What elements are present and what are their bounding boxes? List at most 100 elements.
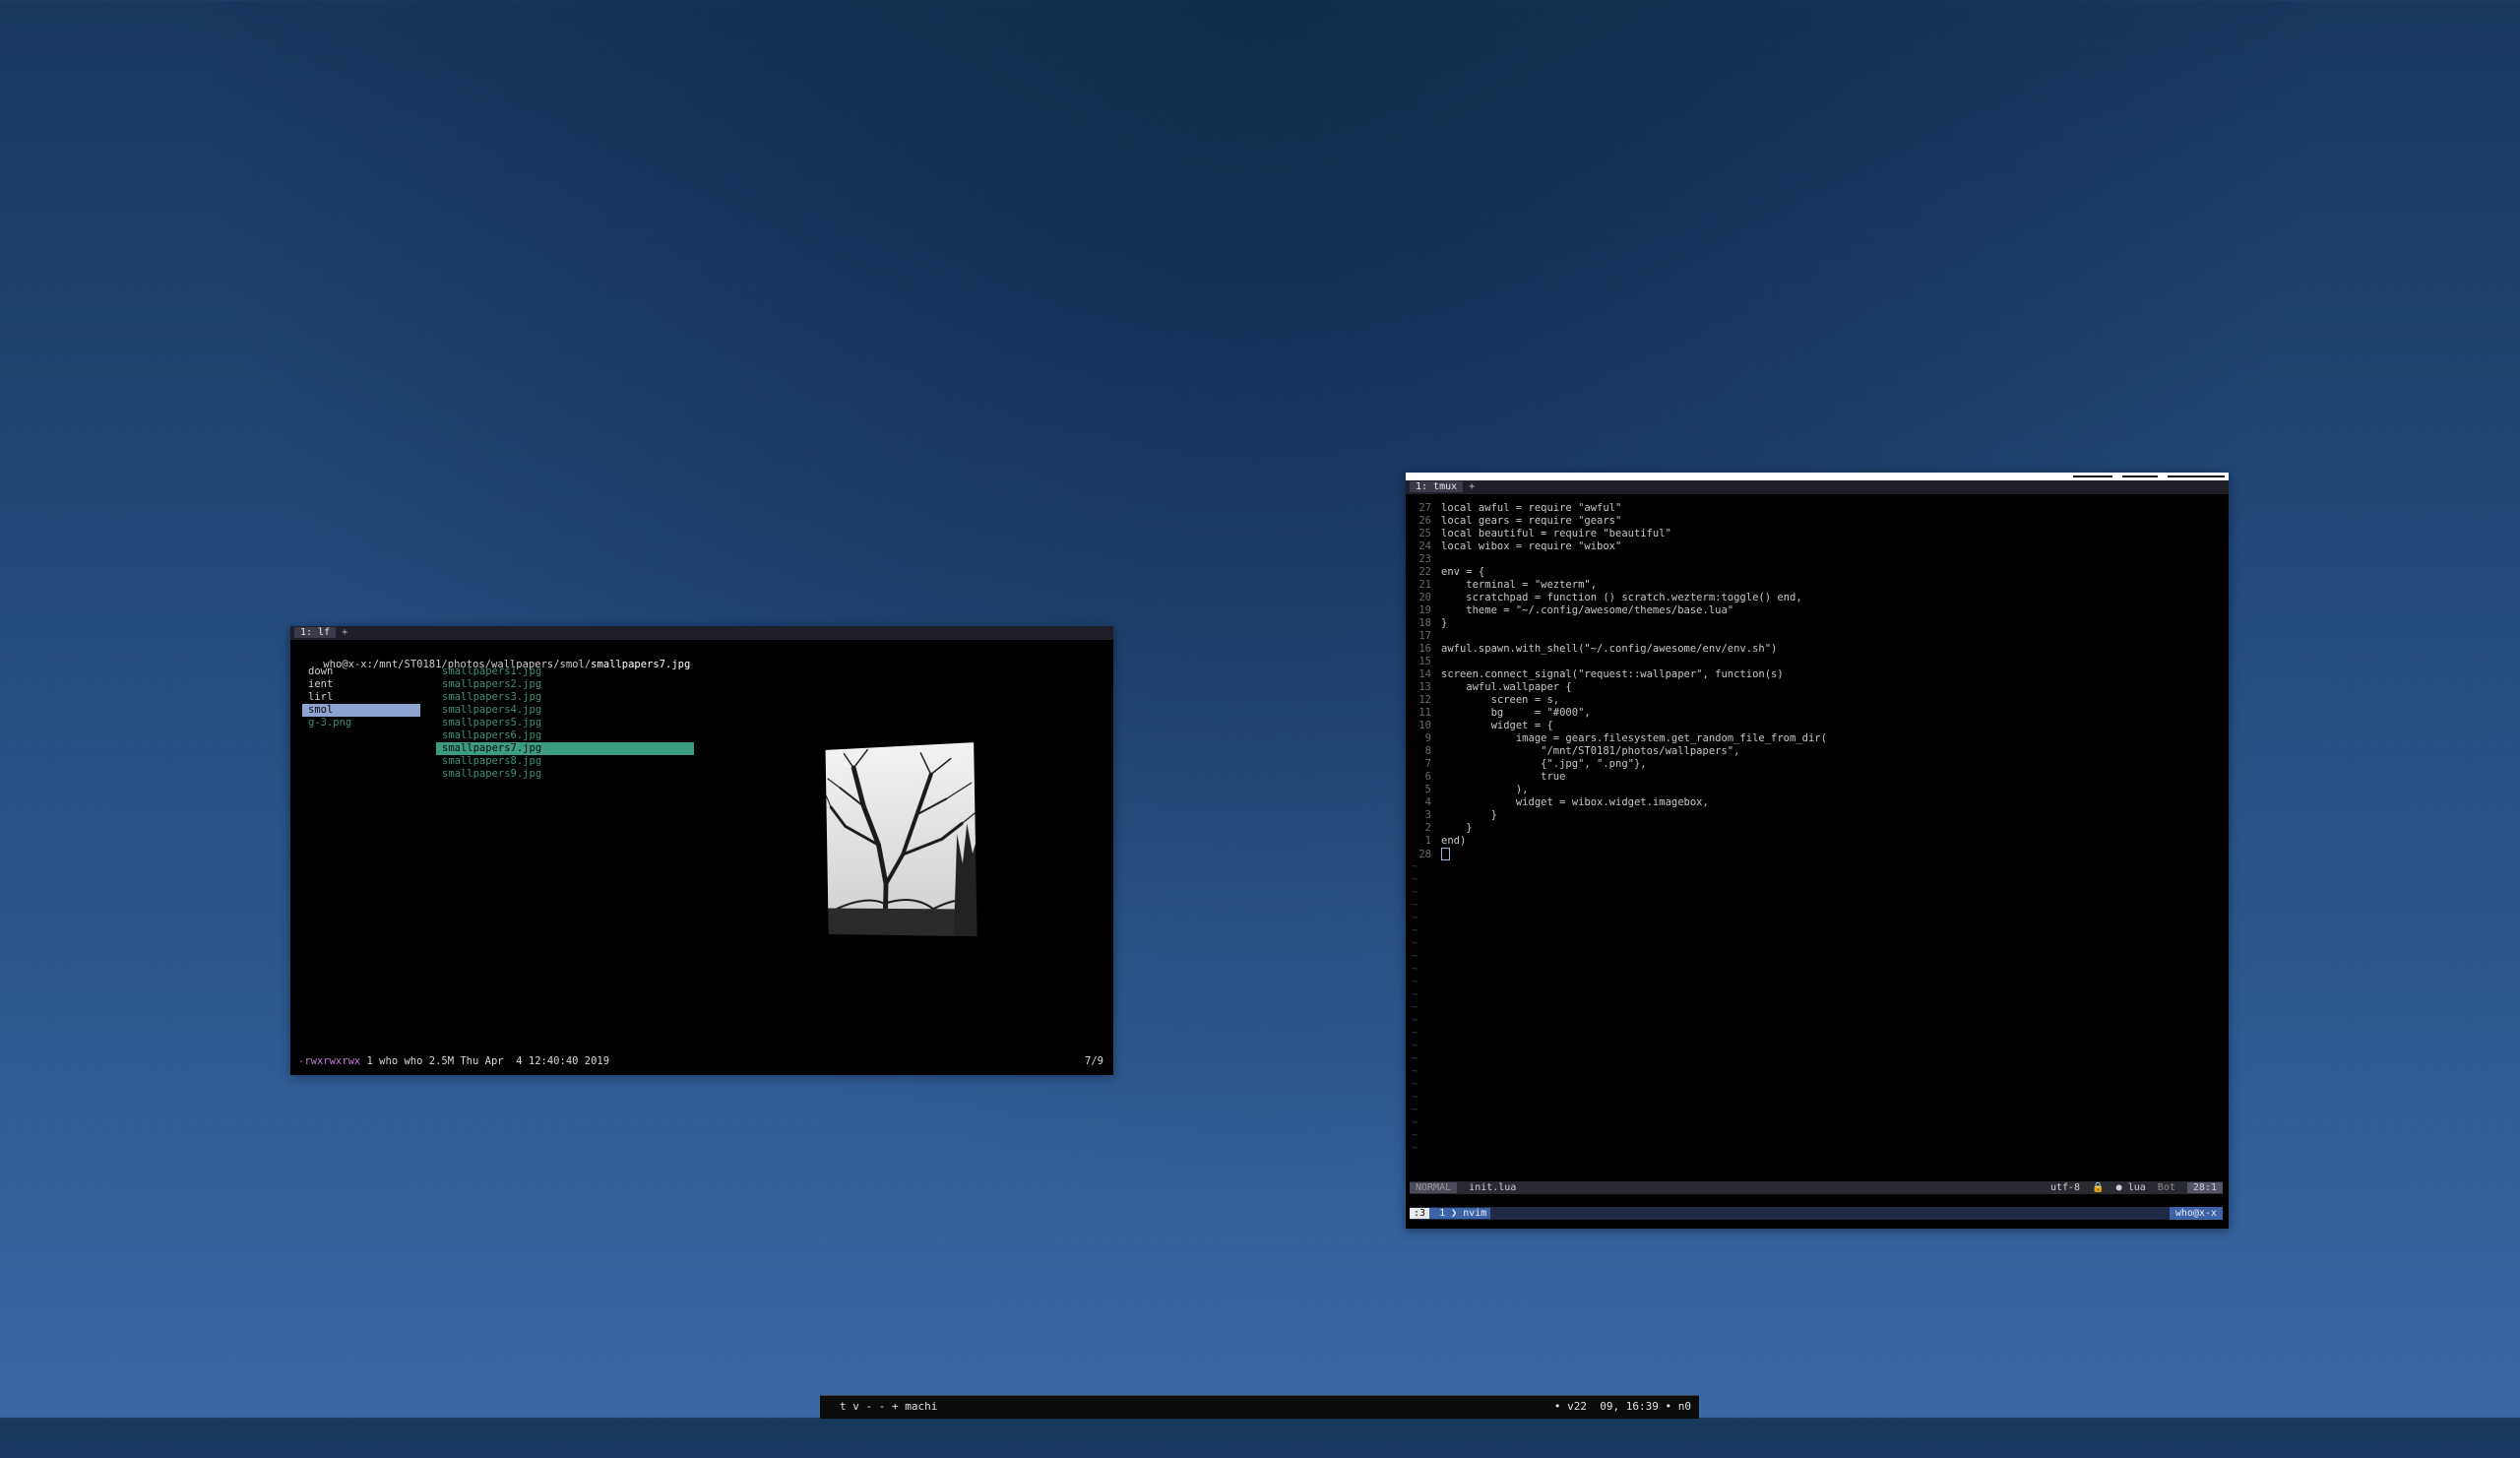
list-item[interactable]: g-3.png	[302, 717, 420, 729]
code-line[interactable]: 22 env = {	[1406, 566, 1484, 579]
line-number: 16	[1418, 643, 1431, 655]
tmux-window-name: nvim	[1463, 1208, 1487, 1219]
code-line[interactable]: 17	[1406, 630, 1441, 643]
list-item[interactable]: smallpapers6.jpg	[436, 729, 694, 742]
lf-window[interactable]: 1: lf + who@x-x:/mnt/ST0181/photos/wallpa…	[290, 626, 1113, 1075]
nvim-window[interactable]: 1: tmux + 27 local awful = require "awful"…	[1406, 473, 2229, 1229]
list-item[interactable]: smallpapers8.jpg	[436, 755, 694, 768]
code-line[interactable]: 6 true	[1406, 771, 1566, 784]
code-text: screen = s,	[1441, 694, 1560, 706]
empty-line-marker: ~	[1412, 886, 1418, 898]
tab-tmux[interactable]: 1: tmux	[1410, 481, 1464, 492]
line-number: 24	[1418, 540, 1431, 552]
code-text: true	[1441, 771, 1566, 783]
file-encoding: utf-8	[2049, 1182, 2081, 1193]
line-number: 10	[1418, 720, 1431, 731]
close-button[interactable]	[2168, 475, 2225, 477]
code-line[interactable]: 12 screen = s,	[1406, 694, 1559, 707]
code-line[interactable]: 7 {".jpg", ".png"},	[1406, 758, 1647, 771]
line-number: 5	[1424, 784, 1431, 795]
line-number: 11	[1418, 707, 1431, 719]
empty-line-marker: ~	[1412, 937, 1418, 949]
code-line[interactable]: 23	[1406, 553, 1441, 566]
tmux-session[interactable]: :3	[1410, 1208, 1430, 1219]
line-number: 3	[1424, 809, 1431, 821]
code-line[interactable]: 21 terminal = "wezterm",	[1406, 579, 1597, 592]
list-item[interactable]: smallpapers1.jpg	[436, 666, 694, 678]
line-number: 4	[1424, 796, 1431, 808]
code-line[interactable]: 16 awful.spawn.with_shell("~/.config/awes…	[1406, 643, 1777, 656]
nvim-tabbar: 1: tmux +	[1406, 480, 2229, 494]
window-titlebar[interactable]	[1406, 473, 2229, 480]
code-text: bg = "#000",	[1441, 707, 1591, 719]
code-line[interactable]: 4 widget = wibox.widget.imagebox,	[1406, 796, 1709, 809]
code-line[interactable]: 13 awful.wallpaper {	[1406, 681, 1571, 694]
empty-line-marker: ~	[1412, 963, 1418, 975]
code-line[interactable]: 8 "/mnt/ST0181/photos/wallpapers",	[1406, 745, 1740, 758]
list-item[interactable]: lirl	[302, 691, 420, 704]
filename: init.lua	[1469, 1182, 1517, 1193]
code-text: "/mnt/ST0181/photos/wallpapers",	[1441, 745, 1740, 757]
code-line[interactable]: 9 image = gears.filesystem.get_random_fi…	[1406, 732, 1827, 745]
file-details: 1 who who 2.5M Thu Apr 4 12:40:40 2019	[360, 1055, 610, 1067]
code-line[interactable]: 14 screen.connect_signal("request::wallpa…	[1406, 668, 1783, 681]
line-number: 21	[1418, 579, 1431, 591]
code-line[interactable]: 27 local awful = require "awful"	[1406, 502, 1621, 515]
list-item[interactable]: ient	[302, 678, 420, 691]
list-item[interactable]: smallpapers4.jpg	[436, 704, 694, 717]
image-preview	[825, 742, 977, 937]
lf-tabbar: 1: lf +	[290, 626, 1113, 640]
minimize-button[interactable]	[2073, 475, 2112, 477]
code-line[interactable]: 15	[1406, 656, 1441, 668]
line-number: 15	[1418, 656, 1431, 667]
code-line[interactable]: 2 }	[1406, 822, 1473, 835]
empty-line-marker: ~	[1412, 1129, 1418, 1141]
code-text: }	[1441, 809, 1497, 821]
line-number: 20	[1418, 592, 1431, 603]
code-text: env = {	[1441, 566, 1485, 578]
line-number: 14	[1418, 668, 1431, 680]
scroll-position: Bot	[2157, 1182, 2175, 1193]
code-line[interactable]: 10 widget = {	[1406, 720, 1552, 732]
line-number: 25	[1418, 528, 1431, 539]
code-line[interactable]: 18}	[1406, 617, 1447, 630]
list-item[interactable]: smallpapers5.jpg	[436, 717, 694, 729]
text-cursor	[1441, 848, 1450, 860]
code-line[interactable]: 26 local gears = require "gears"	[1406, 515, 1621, 528]
code-line[interactable]: 25 local beautiful = require "beautiful"	[1406, 528, 1671, 540]
list-item[interactable]: down	[302, 666, 420, 678]
code-text: ),	[1441, 784, 1529, 795]
list-item-selected[interactable]: smol	[302, 704, 420, 717]
tmux-window[interactable]: 1 ❯ nvim	[1429, 1208, 1491, 1219]
tab-lf[interactable]: 1: lf	[294, 627, 337, 638]
code-line[interactable]: 24 local wibox = require "wibox"	[1406, 540, 1621, 553]
line-number: 23	[1418, 553, 1431, 565]
empty-line-marker: ~	[1412, 1091, 1418, 1103]
list-item[interactable]: smallpapers2.jpg	[436, 678, 694, 691]
maximize-button[interactable]	[2122, 475, 2158, 477]
code-text: local wibox = require "wibox"	[1441, 540, 1622, 552]
tmux-hostname: who@x-x	[2169, 1207, 2223, 1220]
new-tab-button[interactable]: +	[336, 627, 353, 638]
code-text: terminal = "wezterm",	[1441, 579, 1598, 591]
code-line[interactable]: 28	[1406, 848, 1450, 860]
list-item[interactable]: smallpapers9.jpg	[436, 768, 694, 781]
tmux-window-number: 1	[1439, 1208, 1446, 1219]
code-line[interactable]: 3 }	[1406, 809, 1497, 822]
code-line[interactable]: 5 ),	[1406, 784, 1529, 796]
code-text: end)	[1441, 835, 1467, 847]
empty-line-marker: ~	[1412, 1040, 1418, 1051]
code-line[interactable]: 20 scratchpad = function () scratch.wezt…	[1406, 592, 1801, 604]
code-line[interactable]: 19 theme = "~/.config/awesome/themes/bas…	[1406, 604, 1733, 617]
code-text: awful.spawn.with_shell("~/.config/awesom…	[1441, 643, 1778, 655]
code-line[interactable]: 11 bg = "#000",	[1406, 707, 1591, 720]
taglist[interactable]: t v - - + machi	[840, 1396, 937, 1417]
new-tab-button[interactable]: +	[1463, 481, 1480, 492]
code-text: image = gears.filesystem.get_random_file…	[1441, 732, 1827, 744]
list-item[interactable]: smallpapers3.jpg	[436, 691, 694, 704]
line-number: 18	[1418, 617, 1431, 629]
code-text: }	[1441, 617, 1448, 629]
code-line[interactable]: 1 end)	[1406, 835, 1467, 848]
list-item-selected[interactable]: smallpapers7.jpg	[436, 742, 694, 755]
line-number: 8	[1424, 745, 1431, 757]
